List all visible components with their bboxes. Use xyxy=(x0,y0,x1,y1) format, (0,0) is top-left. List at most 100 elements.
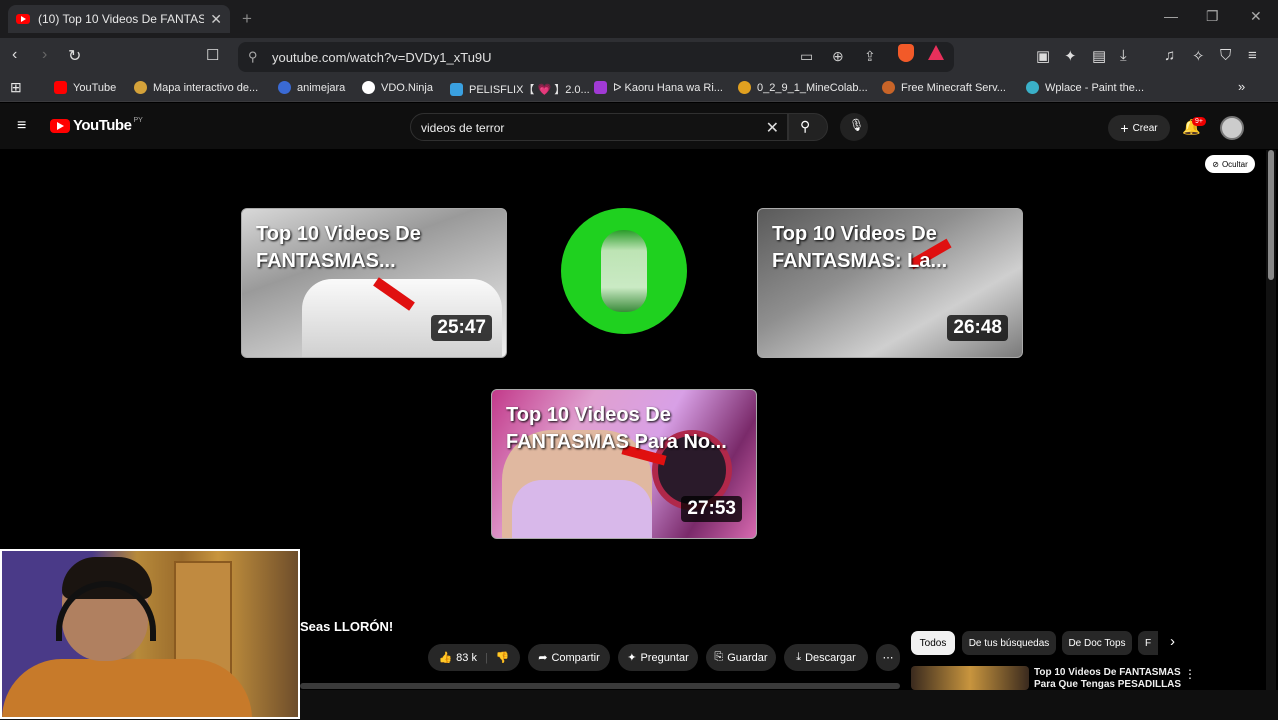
avatar[interactable] xyxy=(1220,116,1244,140)
more-icon: ⋯ xyxy=(882,652,894,664)
browser-toolbar: ‹ › ↻ ☐ ⚲ youtube.com/watch?v=DVDy1_xTu9… xyxy=(0,38,1278,76)
like-count[interactable]: 83 k xyxy=(456,652,477,664)
notifications-badge: 9+ xyxy=(1192,117,1206,126)
share-page-icon[interactable]: ⇪ xyxy=(864,48,876,65)
back-icon[interactable]: ‹ xyxy=(12,46,17,64)
chip-from-searches[interactable]: De tus búsquedas xyxy=(962,631,1056,655)
save-button[interactable]: ⎘ Guardar xyxy=(706,644,776,671)
bookmark-favicon-icon xyxy=(450,82,463,96)
search-input[interactable]: videos de terror ✕ xyxy=(410,113,788,141)
webcam-person-shirt xyxy=(2,659,252,717)
channel-subscribe-element[interactable] xyxy=(561,208,687,334)
bookmark-item[interactable]: YouTube xyxy=(54,81,116,94)
bookmark-item[interactable]: 0_2_9_1_MineColab... xyxy=(738,81,868,94)
tab-close-icon[interactable]: ✕ xyxy=(210,11,222,28)
download-button[interactable]: ⤓ Descargar xyxy=(784,644,868,671)
bookmark-item[interactable]: PELISFLIX【 💗 】2.0... xyxy=(450,81,590,97)
chip-all[interactable]: Todos xyxy=(911,631,955,655)
endscreen-video-title: Top 10 Videos De FANTASMAS: La... xyxy=(772,223,948,272)
endscreen-video-card[interactable]: Top 10 Videos De FANTASMAS... 25:47 xyxy=(241,208,507,358)
save-label: Guardar xyxy=(727,651,768,664)
bookmark-item[interactable]: ᐅ Kaoru Hana wa Ri... xyxy=(594,81,723,94)
guide-menu-icon[interactable]: ≡ xyxy=(17,117,26,135)
chips-next-icon[interactable]: › xyxy=(1170,633,1175,650)
downloads-icon[interactable]: ⤓ xyxy=(1120,47,1127,64)
brave-rewards-icon[interactable] xyxy=(928,45,944,60)
youtube-favicon-icon xyxy=(16,14,30,24)
leo-ai-icon[interactable]: ✧ xyxy=(1192,47,1205,65)
bookmark-label: 0_2_9_1_MineColab... xyxy=(757,81,868,94)
more-actions-button[interactable]: ⋯ xyxy=(876,644,900,671)
hide-endscreen-button[interactable]: ⊘ Ocultar xyxy=(1205,155,1255,173)
vpn-icon[interactable]: ⛉ xyxy=(1220,47,1231,64)
ask-button[interactable]: ✦ Preguntar xyxy=(618,644,698,671)
like-dislike-group: 👍 83 k | 👎 xyxy=(428,644,520,671)
logo-text: YouTube xyxy=(73,117,132,134)
search-button[interactable]: ⚲ xyxy=(788,113,828,141)
bookmark-favicon-icon xyxy=(278,81,291,94)
chip-label: F xyxy=(1144,637,1152,649)
download-label: Descargar xyxy=(805,651,856,664)
chip-label: De Doc Tops xyxy=(1068,637,1126,649)
endscreen-video-card[interactable]: Top 10 Videos De FANTASMAS: La... 26:48 xyxy=(757,208,1023,358)
address-bar[interactable]: ⚲ youtube.com/watch?v=DVDy1_xTu9U ▭ ⊕ ⇪ xyxy=(238,42,954,72)
voice-search-button[interactable]: 🎙 xyxy=(840,113,868,141)
endscreen-video-title: Top 10 Videos De FANTASMAS... xyxy=(256,223,421,272)
chip-from-channel[interactable]: De Doc Tops xyxy=(1062,631,1132,655)
endscreen-video-card[interactable]: Top 10 Videos De FANTASMAS Para No... 27… xyxy=(491,389,757,539)
extensions-icon[interactable]: ✦ xyxy=(1064,47,1077,65)
horizontal-scrollbar[interactable] xyxy=(300,683,900,689)
share-button[interactable]: ➦ Compartir xyxy=(528,644,610,671)
bookmark-favicon-icon xyxy=(134,81,147,94)
dislike-icon[interactable]: 👎 xyxy=(496,651,510,664)
bookmark-item[interactable]: animejara xyxy=(278,81,345,94)
mic-icon: 🎙 xyxy=(849,118,865,132)
cast-icon[interactable]: ▭ xyxy=(800,48,813,65)
more-bookmarks-icon[interactable]: » xyxy=(1238,79,1245,94)
clear-search-icon[interactable]: ✕ xyxy=(766,118,779,138)
eye-off-icon: ⊘ xyxy=(1212,159,1219,169)
forward-icon[interactable]: › xyxy=(42,46,47,64)
new-tab-icon[interactable]: + xyxy=(242,9,252,29)
browser-tab-active[interactable]: (10) Top 10 Videos De FANTASMAS ✕ xyxy=(8,5,230,33)
youtube-logo[interactable]: YouTube PY xyxy=(50,117,143,134)
bookmark-label: VDO.Ninja xyxy=(381,81,433,94)
bookmark-page-icon[interactable]: ☐ xyxy=(206,46,219,64)
suggested-video-thumbnail[interactable] xyxy=(911,666,1029,690)
save-icon: ⎘ xyxy=(714,651,724,663)
suggested-video-title[interactable]: Top 10 Videos De FANTASMAS Para Que Teng… xyxy=(1034,667,1184,689)
download-icon: ⤓ xyxy=(796,651,802,663)
endscreen-video-duration: 27:53 xyxy=(681,496,742,522)
apps-grid-icon[interactable]: ⊞ xyxy=(10,79,22,96)
bookmark-favicon-icon xyxy=(594,81,607,94)
window-close-icon[interactable]: ✕ xyxy=(1250,8,1262,25)
sidebar-icon[interactable]: ▣ xyxy=(1036,47,1050,65)
wallet-icon[interactable]: ▤ xyxy=(1092,47,1106,65)
page-scrollbar-thumb[interactable] xyxy=(1268,150,1274,280)
menu-icon[interactable]: ≡ xyxy=(1248,47,1257,64)
like-icon[interactable]: 👍 xyxy=(438,651,452,664)
site-settings-icon[interactable]: ⚲ xyxy=(248,49,258,65)
sparkle-icon: ✦ xyxy=(627,652,637,664)
chip-truncated[interactable]: F xyxy=(1138,631,1158,655)
restore-icon[interactable]: ❐ xyxy=(1206,8,1219,25)
bookmark-item[interactable]: Free Minecraft Serv... xyxy=(882,81,1006,94)
bookmark-item[interactable]: Wplace - Paint the... xyxy=(1026,81,1144,94)
bookmark-favicon-icon xyxy=(1026,81,1039,94)
bookmark-item[interactable]: Mapa interactivo de... xyxy=(134,81,258,94)
video-title: Seas LLORÓN! xyxy=(300,619,394,634)
brave-shields-icon[interactable] xyxy=(898,44,914,62)
suggestion-menu-icon[interactable]: ⋮ xyxy=(1184,667,1196,681)
bookmark-label: PELISFLIX【 💗 】2.0... xyxy=(469,84,590,96)
media-icon[interactable]: ♫ xyxy=(1164,47,1175,64)
bookmark-favicon-icon xyxy=(882,81,895,94)
bookmark-item[interactable]: VDO.Ninja xyxy=(362,81,433,94)
youtube-logo-icon xyxy=(50,118,70,133)
reload-icon[interactable]: ↻ xyxy=(68,46,81,66)
plus-icon: + xyxy=(1120,120,1129,136)
webcam-overlay xyxy=(0,549,300,719)
bookmark-favicon-icon xyxy=(738,81,751,94)
zoom-icon[interactable]: ⊕ xyxy=(832,48,844,65)
create-button[interactable]: + Crear xyxy=(1108,115,1170,141)
minimize-icon[interactable]: — xyxy=(1164,8,1178,24)
